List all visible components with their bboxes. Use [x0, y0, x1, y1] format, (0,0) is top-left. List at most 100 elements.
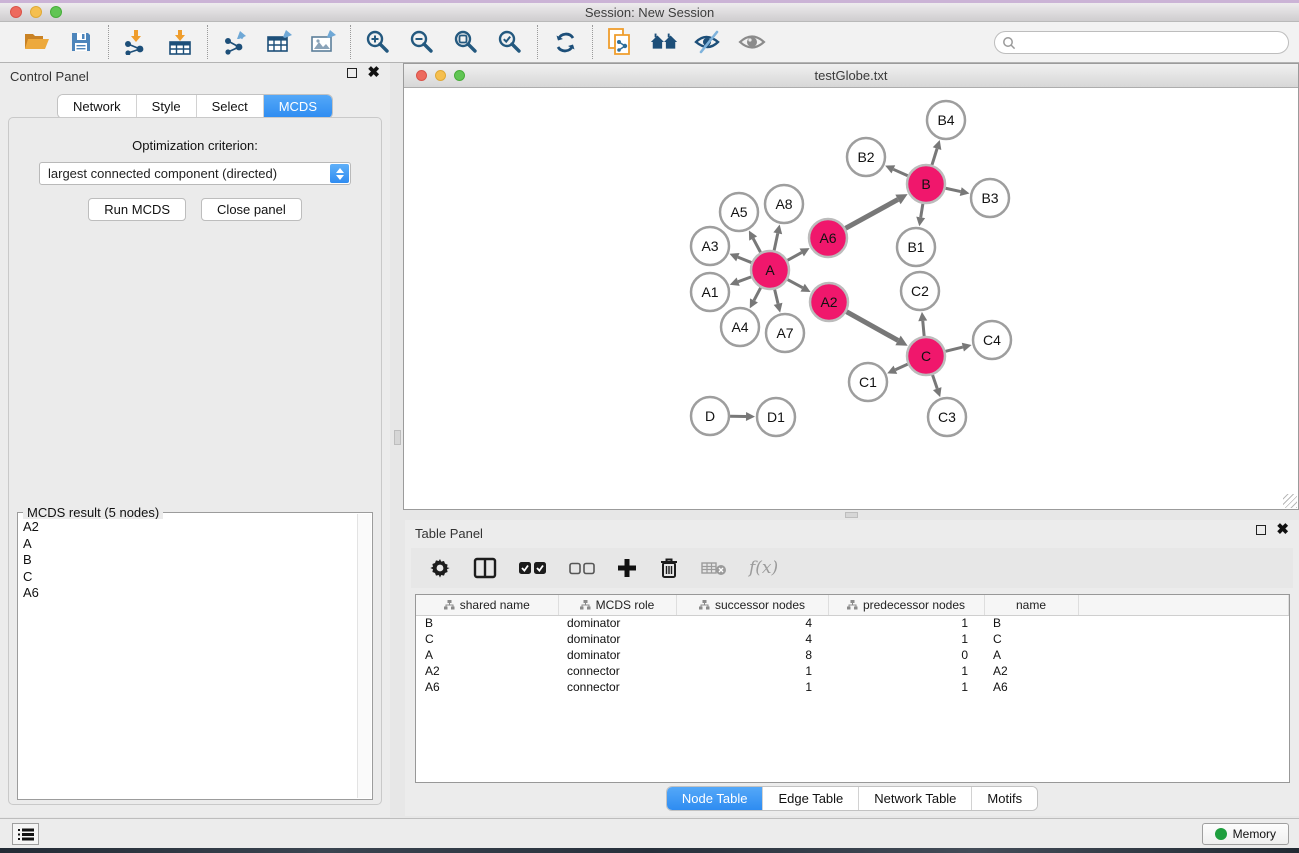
graph-node-B[interactable]: B: [907, 165, 945, 203]
table-cell[interactable]: connector: [558, 679, 676, 695]
graph-edge-A-A1[interactable]: [738, 277, 751, 282]
mcds-result-scrollbar[interactable]: [357, 514, 371, 798]
graph-node-C4[interactable]: C4: [973, 321, 1011, 359]
show-columns-icon[interactable]: [473, 557, 497, 579]
zoom-out-icon[interactable]: [407, 27, 437, 57]
graph-node-A4[interactable]: A4: [721, 308, 759, 346]
clone-network-icon[interactable]: [605, 27, 635, 57]
table-cell[interactable]: 1: [828, 631, 984, 647]
graph-edge-C-C3[interactable]: [933, 375, 938, 389]
mcds-result-list[interactable]: A2ABCA6: [19, 519, 357, 798]
graph-node-B1[interactable]: B1: [897, 228, 935, 266]
graph-edge-A-A7[interactable]: [775, 289, 778, 303]
graph-edge-B-B2[interactable]: [893, 169, 907, 175]
search-input[interactable]: [1021, 34, 1288, 52]
table-cell[interactable]: connector: [558, 663, 676, 679]
graph-node-A1[interactable]: A1: [691, 273, 729, 311]
table-settings-icon[interactable]: [429, 557, 451, 579]
graph-node-C1[interactable]: C1: [849, 363, 887, 401]
task-history-button[interactable]: [12, 823, 39, 845]
table-cell[interactable]: 4: [676, 631, 828, 647]
horizontal-split-grip[interactable]: [845, 512, 858, 518]
tab-motifs[interactable]: Motifs: [972, 787, 1037, 810]
table-cell[interactable]: A2: [416, 663, 558, 679]
table-cell[interactable]: 1: [676, 679, 828, 695]
column-header[interactable]: successor nodes: [676, 595, 828, 615]
table-cell[interactable]: B: [416, 615, 558, 631]
graph-edge-A-A4[interactable]: [754, 288, 761, 301]
table-cell[interactable]: A: [984, 647, 1078, 663]
tab-node-table[interactable]: Node Table: [667, 787, 764, 810]
optimization-criterion-select[interactable]: largest connected component (directed): [39, 162, 351, 185]
table-row[interactable]: Bdominator41B: [416, 615, 1289, 631]
hide-selected-icon[interactable]: [693, 27, 723, 57]
graph-edge-C-C2[interactable]: [923, 321, 924, 336]
graph-node-D[interactable]: D: [691, 397, 729, 435]
show-all-icon[interactable]: [737, 27, 767, 57]
table-cell[interactable]: dominator: [558, 631, 676, 647]
table-cell[interactable]: B: [984, 615, 1078, 631]
mcds-result-item[interactable]: A: [19, 536, 357, 553]
tab-select[interactable]: Select: [197, 95, 264, 118]
graph-edge-C-C1[interactable]: [895, 364, 907, 370]
table-cell[interactable]: 1: [676, 663, 828, 679]
close-panel-icon[interactable]: ✖: [367, 68, 380, 78]
column-header[interactable]: MCDS role: [558, 595, 676, 615]
memory-button[interactable]: Memory: [1202, 823, 1289, 845]
table-cell[interactable]: dominator: [558, 615, 676, 631]
add-row-icon[interactable]: [617, 558, 637, 578]
window-resize-grip[interactable]: [1283, 494, 1297, 508]
deselect-all-checkboxes-icon[interactable]: [569, 562, 595, 575]
save-session-icon[interactable]: [66, 27, 96, 57]
function-builder-icon[interactable]: f(x): [749, 558, 778, 578]
table-cell[interactable]: 4: [676, 615, 828, 631]
first-neighbors-icon[interactable]: [649, 27, 679, 57]
table-cell[interactable]: 0: [828, 647, 984, 663]
zoom-in-icon[interactable]: [363, 27, 393, 57]
table-cell[interactable]: 8: [676, 647, 828, 663]
graph-node-B3[interactable]: B3: [971, 179, 1009, 217]
export-network-icon[interactable]: [220, 27, 250, 57]
tab-mcds[interactable]: MCDS: [264, 95, 332, 118]
tab-network-table[interactable]: Network Table: [859, 787, 972, 810]
export-table-icon[interactable]: [264, 27, 294, 57]
delete-table-icon[interactable]: [701, 560, 727, 576]
select-all-checkboxes-icon[interactable]: [519, 561, 547, 575]
table-row[interactable]: A6connector11A6: [416, 679, 1289, 695]
graph-node-A5[interactable]: A5: [720, 193, 758, 231]
graph-node-D1[interactable]: D1: [757, 398, 795, 436]
column-header[interactable]: shared name: [416, 595, 558, 615]
table-cell[interactable]: 1: [828, 679, 984, 695]
graph-edge-A6-B[interactable]: [846, 199, 898, 228]
table-row[interactable]: Cdominator41C: [416, 631, 1289, 647]
table-row[interactable]: Adominator80A: [416, 647, 1289, 663]
mcds-result-item[interactable]: A6: [19, 585, 357, 602]
tab-network[interactable]: Network: [58, 95, 137, 118]
graph-node-A7[interactable]: A7: [766, 314, 804, 352]
graph-node-A6[interactable]: A6: [809, 219, 847, 257]
network-window-titlebar[interactable]: testGlobe.txt: [404, 64, 1298, 88]
zoom-fit-icon[interactable]: [451, 27, 481, 57]
vertical-split-grip[interactable]: [394, 430, 401, 445]
table-cell[interactable]: 1: [828, 663, 984, 679]
close-table-panel-icon[interactable]: ✖: [1276, 525, 1289, 535]
graph-edge-C-C4[interactable]: [945, 347, 962, 351]
graph-node-C3[interactable]: C3: [928, 398, 966, 436]
graph-edge-B-B1[interactable]: [921, 204, 923, 218]
table-cell[interactable]: A2: [984, 663, 1078, 679]
mcds-result-item[interactable]: C: [19, 569, 357, 586]
table-row[interactable]: A2connector11A2: [416, 663, 1289, 679]
delete-rows-icon[interactable]: [659, 557, 679, 579]
graph-edge-A-A5[interactable]: [753, 238, 760, 252]
mcds-result-item[interactable]: A2: [19, 519, 357, 536]
graph-edge-A-A6[interactable]: [788, 252, 802, 260]
graph-edge-A-A3[interactable]: [738, 257, 752, 262]
table-cell[interactable]: A6: [416, 679, 558, 695]
table-cell[interactable]: dominator: [558, 647, 676, 663]
graph-edge-B-B4[interactable]: [932, 149, 937, 165]
mcds-result-item[interactable]: B: [19, 552, 357, 569]
close-panel-button[interactable]: Close panel: [201, 198, 302, 221]
graph-node-B4[interactable]: B4: [927, 101, 965, 139]
table-cell[interactable]: 1: [828, 615, 984, 631]
zoom-selected-icon[interactable]: [495, 27, 525, 57]
